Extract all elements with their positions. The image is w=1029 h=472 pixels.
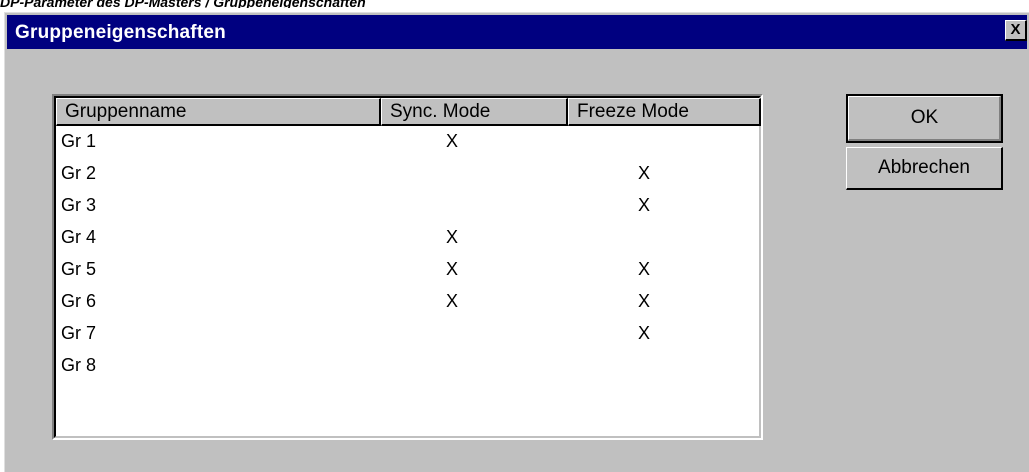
group-name-cell: Gr 5 <box>61 259 97 279</box>
table-row[interactable]: Gr 5 X X <box>56 256 759 288</box>
table-row[interactable]: Gr 4 X <box>56 224 759 256</box>
group-name-cell: Gr 8 <box>61 355 97 375</box>
table-row[interactable]: Gr 8 <box>56 352 759 384</box>
group-name-cell: Gr 4 <box>61 227 97 247</box>
cancel-button-label: Abbrechen <box>878 157 970 178</box>
table-row[interactable]: Gr 3 X <box>56 192 759 224</box>
freeze-mode-cell: X <box>637 259 650 279</box>
freeze-mode-cell: X <box>637 323 650 343</box>
document-caption: DP-Parameter des DP-Masters / Gruppeneig… <box>0 0 366 8</box>
group-name-cell: Gr 2 <box>61 163 97 183</box>
group-name-cell: Gr 3 <box>61 195 97 215</box>
freeze-mode-cell: X <box>637 163 650 183</box>
table-row[interactable]: Gr 2 X <box>56 160 759 192</box>
sync-mode-cell: X <box>445 259 458 279</box>
freeze-mode-cell: X <box>637 195 650 215</box>
group-name-cell: Gr 1 <box>61 131 97 151</box>
freeze-mode-cell: X <box>637 291 650 311</box>
group-listview-frame: Gruppenname Sync. Mode Freeze Mode Gr 1 … <box>54 96 761 438</box>
table-row[interactable]: Gr 7 X <box>56 320 759 352</box>
close-button[interactable]: X <box>1005 20 1027 41</box>
cancel-button[interactable]: Abbrechen <box>846 147 1003 190</box>
column-header-groupname[interactable]: Gruppenname <box>56 98 381 126</box>
table-row[interactable]: Gr 1 X <box>56 128 759 160</box>
column-header-freeze-mode[interactable]: Freeze Mode <box>568 98 761 126</box>
sync-mode-cell: X <box>445 227 458 247</box>
close-icon: X <box>1010 21 1021 38</box>
group-name-cell: Gr 7 <box>61 323 97 343</box>
dialog-title: Gruppeneigenschaften <box>15 22 226 43</box>
column-header-sync-mode[interactable]: Sync. Mode <box>381 98 568 126</box>
dialog-titlebar: Gruppeneigenschaften X <box>7 15 1027 49</box>
sync-mode-cell: X <box>445 291 458 311</box>
sync-mode-cell: X <box>445 131 458 151</box>
group-listview[interactable]: Gruppenname Sync. Mode Freeze Mode Gr 1 … <box>52 94 763 440</box>
table-row[interactable]: Gr 6 X X <box>56 288 759 320</box>
group-name-cell: Gr 6 <box>61 291 97 311</box>
ok-button[interactable]: OK <box>846 94 1003 143</box>
group-properties-dialog: Gruppeneigenschaften X Gruppenname Sync.… <box>4 12 1029 472</box>
ok-button-label: OK <box>910 107 939 128</box>
